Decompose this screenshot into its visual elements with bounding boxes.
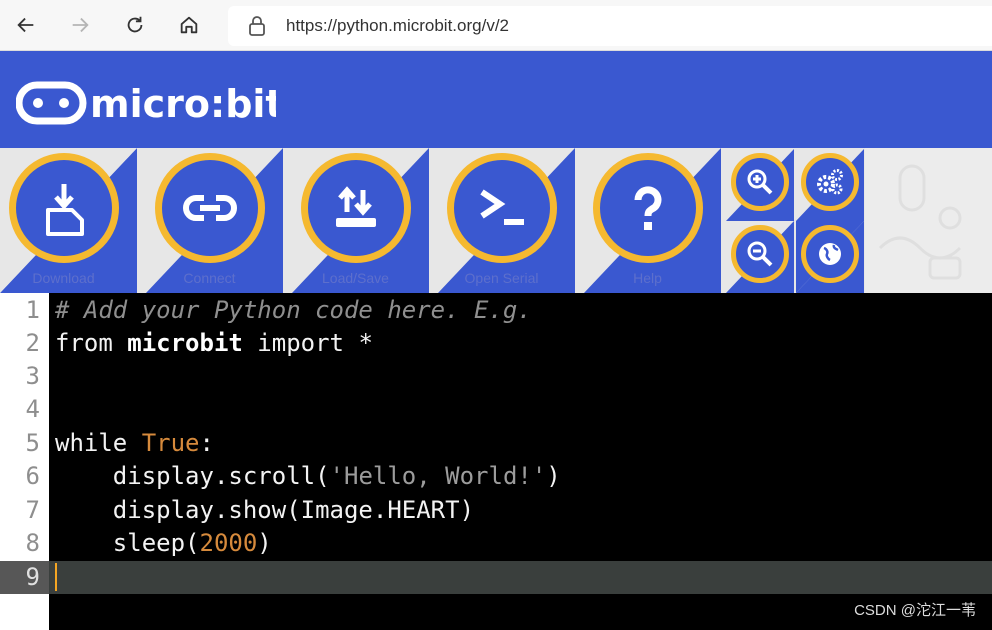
- refresh-button[interactable]: [119, 9, 151, 41]
- line-number: 3: [25, 362, 40, 390]
- forward-button[interactable]: [64, 9, 96, 41]
- code-line-6: display.scroll('Hello, World!'): [55, 462, 561, 490]
- settings-button[interactable]: [796, 149, 864, 221]
- string-literal: 'Hello, World!': [329, 462, 547, 490]
- close-paren: ): [257, 529, 272, 557]
- language-circle: [801, 225, 859, 283]
- close-paren: ): [546, 462, 561, 490]
- toolbar: Download Connect Load/Save Open Serial H…: [0, 148, 992, 293]
- active-line-highlight: [0, 561, 992, 594]
- zoom-in-circle: [731, 153, 789, 211]
- scroll-call: display.scroll(: [55, 462, 330, 490]
- zoom-in-icon: [747, 169, 773, 195]
- browser-toolbar: https://python.microbit.org/v/2: [0, 0, 992, 51]
- line-number: 9: [25, 563, 40, 591]
- zoom-out-button[interactable]: [726, 221, 794, 293]
- load-save-icon: [336, 186, 376, 227]
- code-editor[interactable]: 1 2 3 4 5 6 7 8 9 # Add your Python code…: [0, 293, 992, 630]
- open-serial-circle: [447, 153, 557, 263]
- address-bar[interactable]: https://python.microbit.org/v/2: [228, 6, 992, 46]
- code-line-8: sleep(2000): [55, 529, 272, 557]
- globe-icon: [819, 243, 841, 265]
- app-header: micro:bit: [0, 51, 992, 148]
- code-line-1: # Add your Python code here. E.g.: [55, 296, 532, 324]
- arrow-left-icon: [17, 17, 34, 33]
- zoom-out-circle: [731, 225, 789, 283]
- module-name: microbit: [127, 329, 243, 357]
- connect-button[interactable]: Connect: [146, 148, 283, 293]
- back-button[interactable]: [10, 9, 42, 41]
- code-line-7: display.show(Image.HEART): [55, 496, 475, 524]
- microbit-logo: micro:bit: [16, 81, 276, 126]
- home-button[interactable]: [173, 9, 205, 41]
- sleep-call: sleep(: [55, 529, 200, 557]
- gears-icon: [817, 169, 843, 195]
- open-serial-label: Open Serial: [464, 270, 539, 286]
- number-literal: 2000: [199, 529, 258, 557]
- line-number: 5: [25, 429, 40, 457]
- refresh-icon: [127, 16, 143, 33]
- load-save-button[interactable]: Load/Save: [292, 148, 429, 293]
- keyword-from: from: [55, 329, 128, 357]
- line-number: 8: [25, 529, 40, 557]
- zoom-out-icon: [747, 241, 773, 267]
- settings-circle: [801, 153, 859, 211]
- logo-text: micro:bit: [90, 82, 276, 126]
- code-line-2: from microbit import *: [55, 329, 373, 357]
- help-circle: [593, 153, 703, 263]
- open-serial-button[interactable]: Open Serial: [438, 148, 575, 293]
- line-number: 6: [25, 462, 40, 490]
- question-icon: [634, 186, 662, 230]
- connect-icon: [183, 195, 237, 221]
- connect-label: Connect: [183, 270, 236, 286]
- value-true: True: [141, 429, 200, 457]
- line-number: 2: [25, 329, 40, 357]
- home-icon: [180, 16, 198, 34]
- zoom-in-button[interactable]: [726, 149, 794, 221]
- url-text: https://python.microbit.org/v/2: [286, 16, 509, 35]
- terminal-icon: [480, 189, 524, 225]
- download-label: Download: [32, 270, 95, 286]
- app-window: https://python.microbit.org/v/2 micro:bi…: [0, 0, 992, 630]
- download-circle: [9, 153, 119, 263]
- language-button[interactable]: [796, 221, 864, 293]
- download-button[interactable]: Download: [0, 148, 137, 293]
- help-label: Help: [633, 270, 662, 286]
- line-number: 4: [25, 395, 40, 423]
- keyword-while: while: [55, 429, 142, 457]
- arrow-right-icon: [72, 17, 89, 33]
- import-rest: import *: [242, 329, 373, 357]
- load-save-circle: [301, 153, 411, 263]
- colon: :: [199, 429, 214, 457]
- text-cursor: [55, 563, 57, 591]
- help-button[interactable]: Help: [584, 148, 721, 293]
- line-number: 7: [25, 496, 40, 524]
- connect-circle: [155, 153, 265, 263]
- watermark: CSDN @沱江一苇: [854, 602, 976, 619]
- line-number: 1: [25, 296, 40, 324]
- load-save-label: Load/Save: [322, 270, 389, 286]
- lock-icon: [249, 16, 265, 36]
- download-icon: [46, 184, 84, 236]
- code-line-5: while True:: [55, 429, 214, 457]
